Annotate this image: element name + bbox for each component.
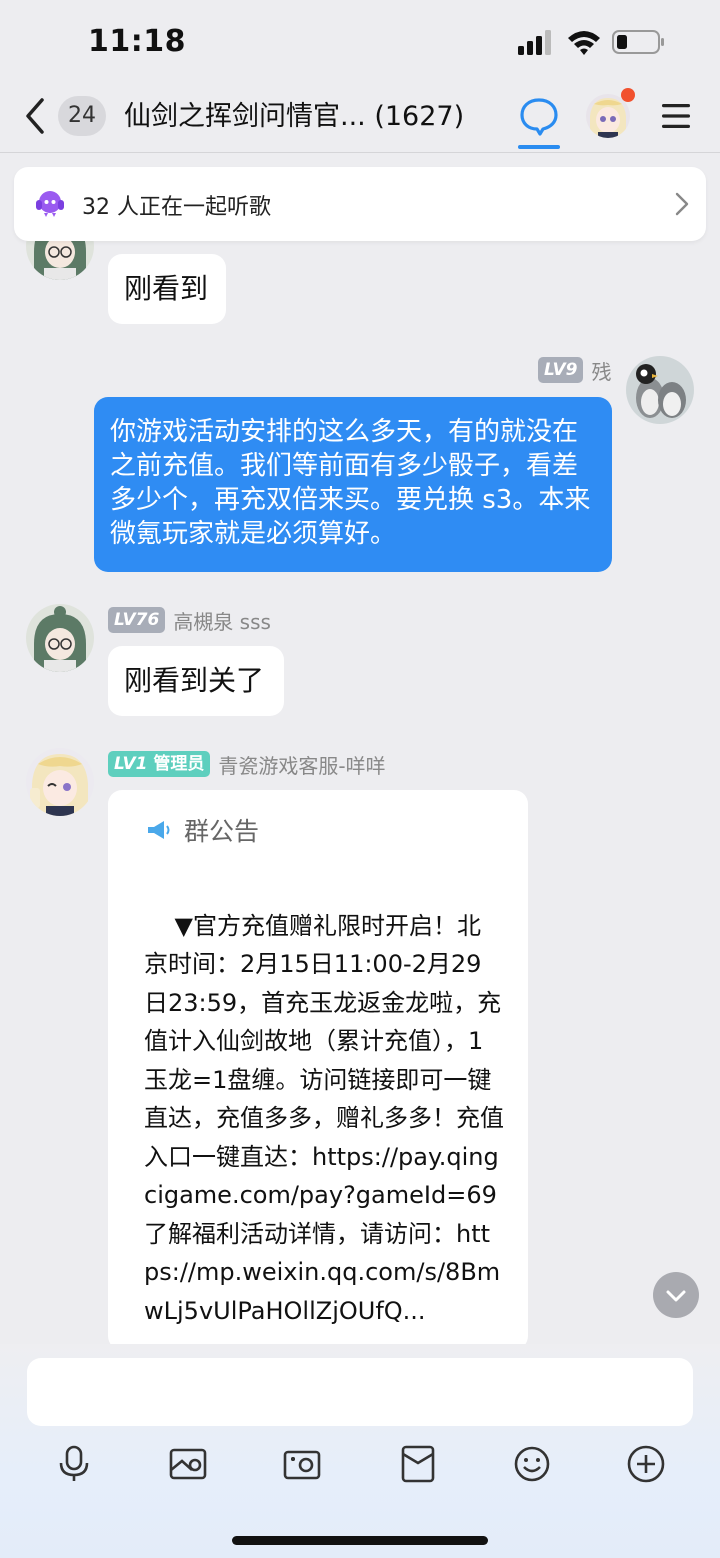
announcement-header: 群公告 [146,812,259,848]
unread-count-badge[interactable]: 24 [58,96,106,136]
signal-icon [518,30,551,55]
level-badge: LV9 [538,357,584,383]
battery-icon [612,30,664,54]
status-bar: 11:18 [0,0,720,80]
nav-divider [0,152,720,153]
green-hair-avatar-icon [26,604,94,672]
chevron-down-icon [666,1290,686,1302]
listening-text: 32 人正在一起听歌 [82,195,271,220]
listening-together-banner[interactable]: 32 人正在一起听歌 [14,167,706,241]
chat-title[interactable]: 仙剑之挥剑问情官... (1627) [124,94,464,133]
sender-row: LV9 残 [538,356,611,384]
microphone-icon[interactable] [54,1444,94,1484]
megaphone-icon [148,821,170,839]
message-bubble[interactable]: 刚看到 [108,254,226,324]
my-avatar[interactable] [626,356,694,424]
avatar[interactable] [26,604,94,672]
announcement-text: ▼官方充值赠礼限时开启！北京时间：2月15日11:00-2月29日23:59，首… [144,911,504,1325]
back-icon[interactable] [20,96,50,136]
my-message-bubble[interactable]: 你游戏活动安排的这么多天，有的就没在之前充值。我们等前面有多少骰子，看差多少个，… [94,397,612,572]
message-text: 你游戏活动安排的这么多天，有的就没在之前充值。我们等前面有多少骰子，看差多少个，… [110,417,591,549]
nav-bar: 24 仙剑之挥剑问情官... (1627) [0,80,720,152]
message-input[interactable] [27,1358,693,1426]
camera-icon[interactable] [282,1444,322,1484]
bottom-input-panel [0,1344,720,1558]
message-bubble[interactable]: 刚看到关了 [108,646,284,716]
announcement-body: ▼官方充值赠礼限时开启！北京时间：2月15日11:00-2月29日23:59，首… [144,868,504,1350]
sender-row: LV76 高槻泉 sss [108,606,271,634]
menu-icon[interactable] [660,102,692,130]
message-text: 刚看到 [124,272,209,305]
anime-avatar-icon [26,748,94,816]
penguin-avatar-icon [626,356,694,424]
notification-dot [621,88,635,102]
image-icon[interactable] [168,1444,208,1484]
level-badge: LV1 管理员 [108,751,211,777]
wifi-icon [568,31,600,55]
plus-icon[interactable] [626,1444,666,1484]
avatar[interactable] [26,748,94,816]
active-tab-indicator [518,145,560,149]
role-text: 管理员 [153,754,205,774]
announcement-title: 群公告 [184,817,260,846]
sender-row: LV1 管理员 青瓷游戏客服-咩咩 [108,750,386,778]
sender-name[interactable]: 残 [591,356,611,385]
chat-bubble-icon[interactable] [518,96,560,136]
sender-name[interactable]: 青瓷游戏客服-咩咩 [218,750,385,779]
home-indicator[interactable] [232,1536,488,1545]
emoji-icon[interactable] [512,1444,552,1484]
announcement-card[interactable]: 群公告 ▼官方充值赠礼限时开启！北京时间：2月15日11:00-2月29日23:… [108,790,528,1350]
status-time: 11:18 [88,24,186,59]
red-packet-icon[interactable] [398,1444,438,1484]
scroll-to-bottom-button[interactable] [653,1272,699,1318]
sender-name[interactable]: 高槻泉 sss [173,606,271,635]
level-text: LV1 [114,754,148,774]
headphones-mascot-icon [36,191,64,217]
message-text: 刚看到关了 [124,664,265,697]
chevron-right-icon [675,192,689,216]
level-badge: LV76 [108,607,166,633]
